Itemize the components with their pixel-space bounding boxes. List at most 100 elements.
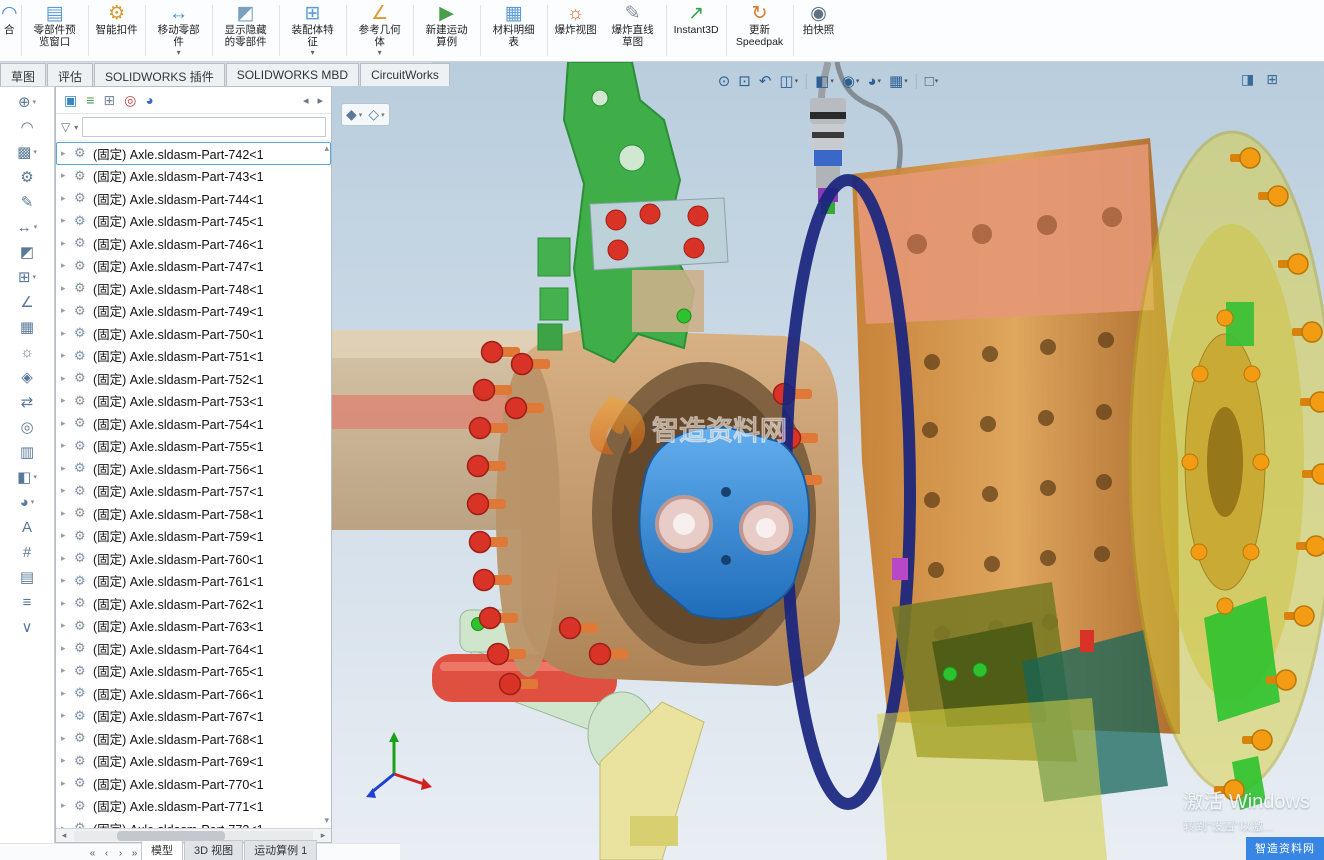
expand-arrow-icon[interactable]: ▸ — [61, 710, 69, 721]
display-style-icon[interactable]: ◧ ▾ — [812, 71, 837, 91]
expand-arrow-icon[interactable]: ▸ — [61, 238, 69, 249]
tree-row[interactable]: ▸ ⚙ (固定) Axle.sldasm-Part-755<1 — [56, 435, 331, 458]
measure-icon[interactable]: ◎ ▾ — [4, 415, 50, 439]
featuremanager-tab-icon[interactable]: ▣ — [64, 92, 77, 109]
tree-row[interactable]: ▸ ⚙ (固定) Axle.sldasm-Part-760<1 — [56, 547, 331, 570]
zoom-fit-icon[interactable]: ⊙ ▾ — [715, 71, 734, 91]
expand-arrow-icon[interactable]: ▸ — [61, 283, 69, 294]
bill-of-materials-icon[interactable]: ▦ ▾ — [4, 315, 50, 339]
component-pattern-icon[interactable]: ▩ ▾ — [4, 140, 50, 164]
tree-row[interactable]: ▸ ⚙ (固定) Axle.sldasm-Part-771<1 — [56, 795, 331, 818]
tree-row[interactable]: ▸ ⚙ (固定) Axle.sldasm-Part-769<1 — [56, 750, 331, 773]
model-tabs-last-button[interactable]: » — [128, 848, 141, 859]
tree-row[interactable]: ▸ ⚙ (固定) Axle.sldasm-Part-753<1 — [56, 390, 331, 413]
expand-arrow-icon[interactable]: ▸ — [61, 373, 69, 384]
tree-scroll-down-icon[interactable]: ▾ — [324, 815, 329, 826]
tree-row[interactable]: ▸ ⚙ (固定) Axle.sldasm-Part-744<1 — [56, 187, 331, 210]
assembly-features-icon[interactable]: ⊞ ▾ — [4, 265, 50, 289]
more-tools-icon[interactable]: ≡ ▾ — [4, 590, 50, 614]
interference-detection-icon[interactable]: ◈ ▾ — [4, 365, 50, 389]
tab-solidworks-mbd[interactable]: SOLIDWORKS MBD — [226, 63, 359, 86]
hscroll-right-icon[interactable]: ▸ — [315, 830, 331, 841]
dimxpert-tab-icon[interactable]: ◎ — [124, 92, 136, 109]
tree-row[interactable]: ▸ ⚙ (固定) Axle.sldasm-Part-747<1 — [56, 255, 331, 278]
expand-arrow-icon[interactable]: ▸ — [61, 485, 69, 496]
smart-fasteners-button[interactable]: ⚙ 智能扣件 ▾ — [91, 0, 143, 61]
hscroll-thumb[interactable] — [117, 831, 225, 841]
expand-arrow-icon[interactable]: ▸ — [61, 665, 69, 676]
expand-arrow-icon[interactable]: ▸ — [61, 508, 69, 519]
tree-filter-input[interactable] — [82, 117, 326, 137]
expand-arrow-icon[interactable]: ▸ — [61, 463, 69, 474]
reference-geometry-icon[interactable]: ∠ ▾ — [4, 290, 50, 314]
coordinate-system-icon[interactable]: # ▾ — [4, 540, 50, 564]
tree-row[interactable]: ▸ ⚙ (固定) Axle.sldasm-Part-764<1 — [56, 637, 331, 660]
3d-model-canvas[interactable]: 智造资料网 — [332, 62, 1324, 860]
expand-toolbar-icon[interactable]: ∨ ▾ — [4, 615, 50, 639]
assembly-features-button[interactable]: ⊞ 装配体特征 ▾ — [282, 0, 344, 61]
expand-arrow-icon[interactable]: ▸ — [61, 148, 69, 159]
tree-row[interactable]: ▸ ⚙ (固定) Axle.sldasm-Part-763<1 — [56, 615, 331, 638]
tree-row[interactable]: ▸ ⚙ (固定) Axle.sldasm-Part-759<1 — [56, 525, 331, 548]
expand-arrow-icon[interactable]: ▸ — [61, 170, 69, 181]
scroll-left-icon[interactable]: ◂ — [303, 94, 309, 107]
hscroll-track[interactable] — [74, 831, 313, 841]
tab-solidworks-addins[interactable]: SOLIDWORKS 插件 — [94, 63, 225, 86]
edit-component-icon[interactable]: ✎ ▾ — [4, 190, 50, 214]
tree-row[interactable]: ▸ ⚙ (固定) Axle.sldasm-Part-745<1 — [56, 210, 331, 233]
tree-row[interactable]: ▸ ⚙ (固定) Axle.sldasm-Part-751<1 — [56, 345, 331, 368]
propertymanager-tab-icon[interactable]: ≡ — [86, 92, 94, 108]
scroll-right-icon[interactable]: ▸ — [317, 94, 323, 107]
expand-arrow-icon[interactable]: ▸ — [61, 575, 69, 586]
tree-row[interactable]: ▸ ⚙ (固定) Axle.sldasm-Part-772<1 — [56, 817, 331, 828]
move-component-icon[interactable]: ↔ ▾ — [4, 215, 50, 239]
apply-scene-icon[interactable]: ▦ ▾ — [886, 71, 911, 91]
collapse-featurepane-icon[interactable]: ◨ — [1241, 71, 1254, 88]
tree-row[interactable]: ▸ ⚙ (固定) Axle.sldasm-Part-748<1 — [56, 277, 331, 300]
tree-row[interactable]: ▸ ⚙ (固定) Axle.sldasm-Part-752<1 — [56, 367, 331, 390]
expand-arrow-icon[interactable]: ▸ — [61, 305, 69, 316]
tree-row[interactable]: ▸ ⚙ (固定) Axle.sldasm-Part-742<1 — [56, 142, 331, 165]
expand-arrow-icon[interactable]: ▸ — [61, 328, 69, 339]
tree-row[interactable]: ▸ ⚙ (固定) Axle.sldasm-Part-762<1 — [56, 592, 331, 615]
tree-row[interactable]: ▸ ⚙ (固定) Axle.sldasm-Part-750<1 — [56, 322, 331, 345]
filter-funnel-icon[interactable]: ▽ — [61, 120, 70, 134]
tree-row[interactable]: ▸ ⚙ (固定) Axle.sldasm-Part-766<1 — [56, 682, 331, 705]
expand-arrow-icon[interactable]: ▸ — [61, 215, 69, 226]
expand-arrow-icon[interactable]: ▸ — [61, 440, 69, 451]
tab-circuitworks[interactable]: CircuitWorks — [360, 63, 450, 86]
exploded-view-button[interactable]: ☼ 爆炸视图 ▾ — [550, 0, 602, 61]
expand-arrow-icon[interactable]: ▸ — [61, 193, 69, 204]
expand-arrow-icon[interactable]: ▸ — [61, 643, 69, 654]
insert-components-icon[interactable]: ⊕ ▾ — [4, 90, 50, 114]
expand-arrow-icon[interactable]: ▸ — [61, 778, 69, 789]
expand-arrow-icon[interactable]: ▸ — [61, 260, 69, 271]
model-tabs-next-button[interactable]: › — [114, 848, 127, 859]
model-tabs-prev-button[interactable]: ‹ — [100, 848, 113, 859]
edit-appearance-icon[interactable]: ◕ ▾ — [864, 72, 884, 91]
hide-show-items-icon[interactable]: ◉ ▾ — [839, 71, 863, 91]
bill-of-materials-button[interactable]: ▦ 材料明细表 ▾ — [483, 0, 545, 61]
chevron-down-icon[interactable]: ▾ — [74, 123, 78, 132]
model-tabs-first-button[interactable]: « — [86, 848, 99, 859]
expand-arrow-icon[interactable]: ▸ — [61, 823, 69, 828]
mate-icon[interactable]: ◠ ▾ — [4, 115, 50, 139]
tree-row[interactable]: ▸ ⚙ (固定) Axle.sldasm-Part-754<1 — [56, 412, 331, 435]
zoom-area-icon[interactable]: ⊡ ▾ — [735, 71, 754, 91]
new-motion-study-button[interactable]: ▶ 新建运动算例 ▾ — [416, 0, 478, 61]
view-settings-icon[interactable]: □ ▾ — [922, 72, 942, 91]
split-view-pane-icon[interactable]: ⊞ — [1266, 71, 1278, 88]
expand-arrow-icon[interactable]: ▸ — [61, 688, 69, 699]
tree-row[interactable]: ▸ ⚙ (固定) Axle.sldasm-Part-749<1 — [56, 300, 331, 323]
kingpin-carrier[interactable] — [640, 427, 809, 618]
3d-views-tab[interactable]: 3D 视图 — [184, 840, 243, 860]
take-snapshot-button[interactable]: ◉ 拍快照 ▾ — [796, 0, 842, 61]
mass-properties-icon[interactable]: ▥ ▾ — [4, 440, 50, 464]
previous-view-icon[interactable]: ↶ ▾ — [756, 71, 775, 91]
tree-row[interactable]: ▸ ⚙ (固定) Axle.sldasm-Part-758<1 — [56, 502, 331, 525]
annotations-icon[interactable]: A ▾ — [4, 515, 50, 539]
instant3d-button[interactable]: ↗ Instant3D ▾ — [669, 0, 724, 61]
sensor-icon[interactable]: ◕ ▾ — [4, 490, 50, 514]
expand-arrow-icon[interactable]: ▸ — [61, 530, 69, 541]
tab-evaluate[interactable]: 评估 — [47, 63, 93, 86]
